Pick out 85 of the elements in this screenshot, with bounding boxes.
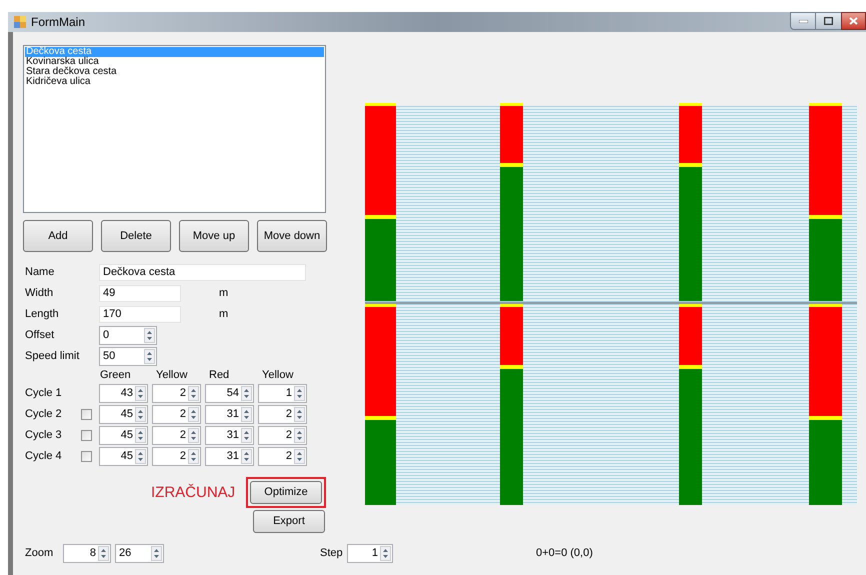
push-button[interactable]: Export	[253, 510, 325, 533]
spin-arrows-icon[interactable]	[241, 386, 252, 401]
annotation-text: IZRAČUNAJ	[151, 485, 236, 500]
push-button[interactable]: Add	[23, 220, 93, 252]
field-label: Speed limit	[24, 349, 80, 364]
text-field[interactable]: Dečkova cesta	[99, 264, 306, 281]
spinner-field[interactable]: 0	[99, 326, 157, 345]
cycle-label: Cycle 4	[24, 449, 63, 464]
field-label: Offset	[24, 328, 56, 344]
spin-arrows-icon[interactable]	[135, 407, 146, 422]
spin-arrows-icon[interactable]	[188, 428, 199, 443]
spinner-field[interactable]: 2	[152, 384, 201, 403]
close-icon	[849, 17, 858, 25]
list-item[interactable]: Kidričeva ulica	[25, 77, 324, 87]
spinner-field[interactable]: 43	[99, 384, 148, 403]
spin-arrows-icon[interactable]	[144, 349, 155, 364]
checkbox[interactable]	[81, 409, 92, 420]
push-button[interactable]: Optimize	[250, 481, 322, 504]
unit-label: m	[219, 307, 228, 322]
spin-arrows-icon[interactable]	[135, 386, 146, 401]
spinner-field[interactable]: 31	[205, 405, 254, 424]
spin-arrows-icon[interactable]	[294, 407, 305, 422]
push-button[interactable]: Move down	[257, 220, 327, 252]
spin-arrows-icon[interactable]	[294, 449, 305, 464]
spinner-field[interactable]: 2	[258, 447, 307, 466]
spin-arrows-icon[interactable]	[135, 428, 146, 443]
column-header: Red	[208, 368, 230, 382]
column-header: Yellow	[155, 368, 188, 382]
spinner-field[interactable]: 45	[99, 426, 148, 445]
spin-arrows-icon[interactable]	[98, 546, 109, 560]
spin-arrows-icon[interactable]	[380, 546, 391, 560]
unit-label: m	[219, 286, 228, 302]
spinner-field[interactable]: 2	[152, 447, 201, 466]
step-label: Step	[320, 546, 344, 561]
field-label: Width	[24, 286, 54, 302]
spin-arrows-icon[interactable]	[241, 449, 252, 464]
spinner-field[interactable]: 54	[205, 384, 254, 403]
spin-arrows-icon[interactable]	[241, 407, 252, 422]
spinner-field[interactable]: 2	[258, 405, 307, 424]
spin-arrows-icon[interactable]	[294, 428, 305, 443]
spin-arrows-icon[interactable]	[294, 386, 305, 401]
close-button[interactable]	[841, 12, 866, 30]
spinner-field[interactable]: 31	[205, 426, 254, 445]
field-label: Name	[24, 265, 56, 280]
spin-arrows-icon[interactable]	[135, 449, 146, 464]
spinner-field[interactable]: 2	[152, 426, 201, 445]
list-item[interactable]: Kovinarska ulica	[25, 57, 324, 67]
minimize-button[interactable]	[790, 12, 816, 30]
spinner-field[interactable]: 45	[99, 405, 148, 424]
spinner-field[interactable]: 26	[115, 544, 164, 562]
column-header: Yellow	[261, 368, 294, 382]
spinner-field[interactable]: 1	[258, 384, 307, 403]
push-button[interactable]: Delete	[101, 220, 171, 252]
checkbox[interactable]	[81, 430, 92, 441]
spin-arrows-icon[interactable]	[151, 546, 162, 560]
window-title: FormMain	[31, 14, 86, 31]
spinner-field[interactable]: 8	[63, 544, 111, 562]
spinner-field[interactable]: 2	[152, 405, 201, 424]
cycle-label: Cycle 3	[24, 428, 63, 444]
spinner-field[interactable]: 1	[347, 544, 393, 562]
status-text: 0+0=0 (0,0)	[536, 546, 593, 561]
column-header: Green	[99, 368, 132, 382]
text-field[interactable]: 170	[99, 306, 181, 323]
field-label: Length	[24, 307, 60, 322]
spinner-field[interactable]: 45	[99, 447, 148, 466]
spin-arrows-icon[interactable]	[241, 428, 252, 443]
spinner-field[interactable]: 2	[258, 426, 307, 445]
cycle-label: Cycle 1	[24, 386, 63, 402]
text-field[interactable]: 49	[99, 285, 181, 302]
spinner-field[interactable]: 50	[99, 347, 157, 366]
zoom-label: Zoom	[25, 546, 54, 561]
push-button[interactable]: Move up	[179, 220, 249, 252]
list-item[interactable]: Stara dečkova cesta	[25, 67, 324, 77]
minimize-icon	[798, 20, 808, 22]
maximize-icon	[824, 17, 833, 25]
spin-arrows-icon[interactable]	[188, 449, 199, 464]
cycle-label: Cycle 2	[24, 407, 63, 422]
spin-arrows-icon[interactable]	[188, 386, 199, 401]
spin-arrows-icon[interactable]	[144, 328, 155, 343]
maximize-button[interactable]	[816, 12, 841, 30]
street-list[interactable]: Dečkova cesta Kovinarska ulica Stara dečkova cesta Kidričeva ulica	[23, 45, 326, 213]
checkbox[interactable]	[81, 451, 92, 462]
spinner-field[interactable]: 31	[205, 447, 254, 466]
app-icon	[14, 16, 26, 28]
spin-arrows-icon[interactable]	[188, 407, 199, 422]
